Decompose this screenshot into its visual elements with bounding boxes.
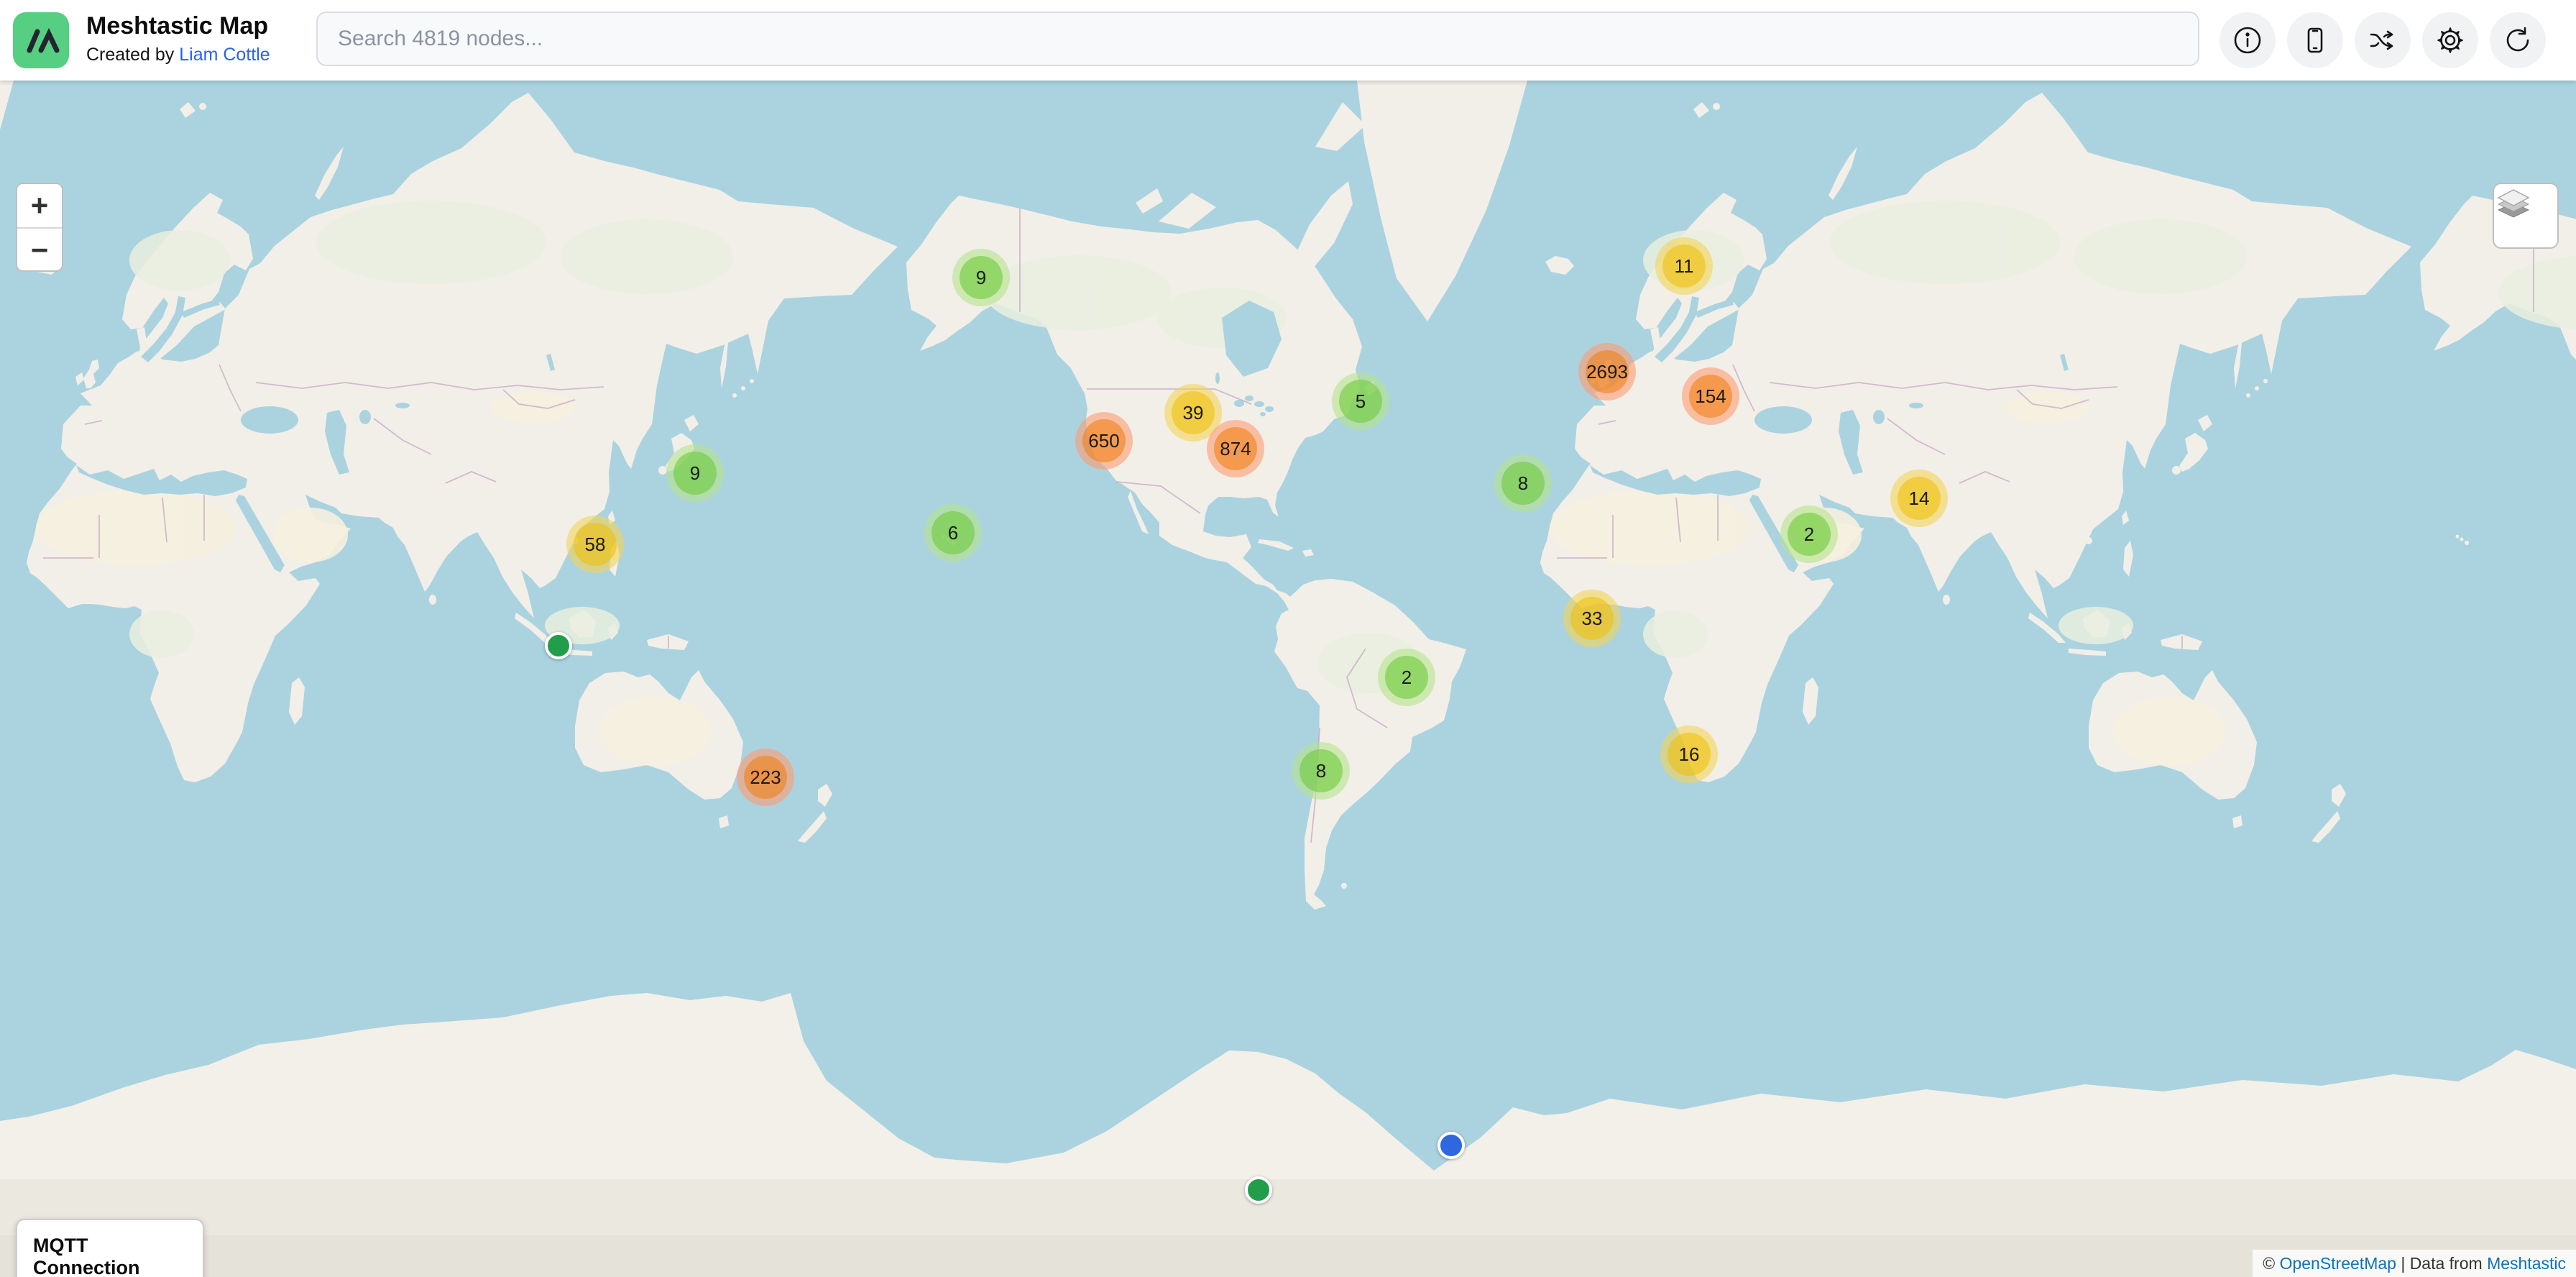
node-cluster-marker[interactable]: 223 [737, 749, 794, 806]
node-cluster-marker[interactable]: 8 [1494, 454, 1552, 512]
legend-title: MQTT Connection [33, 1235, 187, 1277]
info-icon [2232, 24, 2263, 56]
shuffle-icon [2367, 24, 2398, 56]
cluster-count: 8 [1501, 462, 1545, 505]
cluster-count: 874 [1214, 427, 1257, 470]
node-cluster-marker[interactable]: 9 [666, 444, 724, 502]
attribution-copyright: © [2263, 1254, 2279, 1273]
cluster-count: 9 [673, 452, 717, 495]
mqtt-connection-legend: MQTT Connection ConnectedDisconnected [16, 1219, 204, 1277]
cluster-count: 154 [1689, 375, 1732, 418]
node-cluster-marker[interactable]: 874 [1207, 420, 1264, 477]
node-cluster-marker[interactable]: 33 [1563, 590, 1621, 647]
credit-prefix: Created by [86, 45, 179, 65]
node-cluster-marker[interactable]: 16 [1660, 726, 1718, 783]
cluster-count: 2693 [1586, 350, 1629, 393]
node-cluster-marker[interactable]: 5 [1332, 372, 1389, 430]
node-cluster-marker[interactable]: 11 [1655, 237, 1713, 295]
shuffle-button[interactable] [2355, 12, 2411, 68]
refresh-button[interactable] [2490, 12, 2546, 68]
node-cluster-marker[interactable]: 154 [1682, 367, 1739, 425]
gear-icon [2434, 24, 2466, 56]
refresh-icon [2502, 24, 2534, 56]
node-cluster-marker[interactable]: 2 [1378, 649, 1435, 706]
credit-line: Created by Liam Cottle [86, 42, 270, 68]
zoom-out-button[interactable]: − [17, 229, 62, 272]
cluster-count: 5 [1339, 380, 1382, 423]
node-cluster-marker[interactable]: 2693 [1578, 343, 1636, 401]
info-button[interactable] [2220, 12, 2276, 68]
cluster-count: 11 [1662, 244, 1706, 288]
cluster-count: 2 [1788, 513, 1831, 556]
openstreetmap-link[interactable]: OpenStreetMap [2280, 1254, 2396, 1273]
zoom-in-button[interactable]: + [17, 184, 62, 227]
cluster-count: 2 [1385, 656, 1428, 699]
search-input[interactable] [316, 12, 2199, 66]
page-title: Meshtastic Map [86, 10, 270, 42]
meshtastic-link[interactable]: Meshtastic [2487, 1254, 2566, 1273]
zoom-control: + − [16, 183, 63, 272]
cluster-count: 8 [1300, 749, 1343, 792]
node-cluster-marker[interactable]: 58 [566, 516, 624, 573]
node-cluster-marker[interactable]: 650 [1075, 412, 1133, 470]
app-header: Meshtastic Map Created by Liam Cottle [0, 0, 2576, 81]
map-canvas[interactable]: + − 9 39 650 874 5 11 2693 154 8 2 14 33 16 2 8 9 58 6 223… [0, 81, 2576, 1277]
cluster-count: 650 [1082, 419, 1126, 462]
layers-icon [2494, 184, 2533, 223]
cluster-count: 14 [1898, 477, 1941, 520]
cluster-count: 58 [574, 523, 617, 566]
cluster-count: 39 [1172, 391, 1215, 434]
cluster-count: 6 [932, 511, 975, 554]
world-map [0, 81, 2576, 1277]
cluster-count: 33 [1570, 597, 1614, 640]
node-marker-disconnected[interactable] [1438, 1132, 1465, 1159]
node-cluster-marker[interactable]: 9 [952, 249, 1010, 306]
meshtastic-logo-icon [22, 22, 60, 59]
node-cluster-marker[interactable]: 6 [924, 504, 982, 562]
attribution-separator: | Data from [2396, 1254, 2487, 1273]
node-marker-connected[interactable] [545, 632, 572, 659]
settings-button[interactable] [2422, 12, 2478, 68]
node-cluster-marker[interactable]: 8 [1292, 742, 1350, 800]
node-marker-connected[interactable] [1245, 1176, 1272, 1204]
layers-control[interactable] [2493, 183, 2559, 249]
mobile-app-button[interactable] [2287, 12, 2343, 68]
liam-cottle-link[interactable]: Liam Cottle [179, 45, 270, 65]
cluster-count: 16 [1668, 733, 1711, 776]
cluster-count: 223 [744, 756, 787, 799]
smartphone-icon [2299, 24, 2331, 56]
node-cluster-marker[interactable]: 14 [1890, 470, 1948, 527]
cluster-count: 9 [960, 256, 1003, 299]
meshtastic-logo [13, 12, 69, 68]
node-cluster-marker[interactable]: 2 [1780, 505, 1838, 563]
map-attribution: © OpenStreetMap | Data from Meshtastic [2253, 1250, 2576, 1277]
